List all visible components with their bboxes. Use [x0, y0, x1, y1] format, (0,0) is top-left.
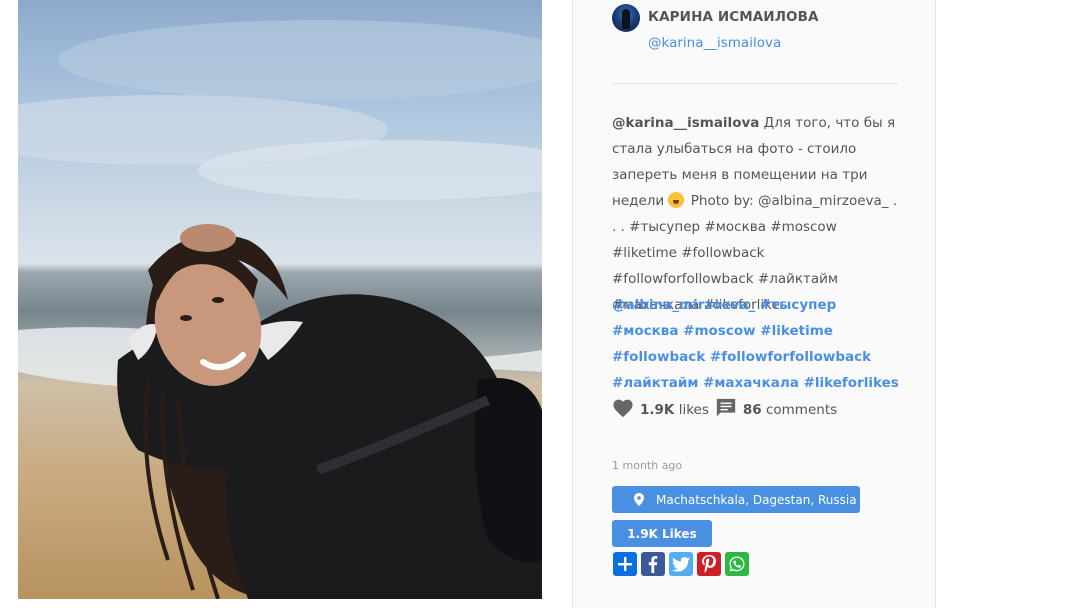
likes-count: 1.9K [640, 402, 675, 418]
location-button[interactable]: Machatschkala, Dagestan, Russia [612, 486, 860, 513]
facebook-icon[interactable] [641, 552, 665, 576]
comments-label: comments [765, 402, 838, 418]
pinterest-icon[interactable] [697, 552, 721, 576]
author-handle-link[interactable]: @karina__ismailova [648, 35, 781, 51]
tag-link[interactable]: #followforfollowback [710, 349, 871, 365]
post-caption: @karina__ismailova Для того, что бы я ст… [612, 110, 902, 318]
post-time: 1 month ago [612, 459, 683, 472]
share-plus-icon[interactable] [613, 552, 637, 576]
likes-button[interactable]: 1.9K Likes [612, 520, 712, 547]
post-details-card: КАРИНА ИСМАИЛОВА @karina__ismailova @kar… [572, 0, 936, 608]
tag-links: @albina_mirzoeva_ #тысупер #москва #mosc… [612, 292, 902, 396]
caption-author-mention[interactable]: @karina__ismailova [612, 115, 759, 131]
tag-link[interactable]: @albina_mirzoeva_ [612, 297, 755, 313]
tag-link[interactable]: #тысупер [760, 297, 836, 313]
share-buttons [613, 552, 749, 576]
whatsapp-icon[interactable] [725, 552, 749, 576]
heart-icon [612, 398, 634, 422]
tag-link[interactable]: #likeforlikes [804, 375, 899, 391]
tag-link[interactable]: #moscow [683, 323, 755, 339]
post-stats: 1.9K likes 86 comments [612, 398, 837, 422]
grinning-emoji-icon [668, 192, 685, 208]
author-name[interactable]: КАРИНА ИСМАИЛОВА [648, 9, 819, 25]
comments-count: 86 [742, 402, 762, 418]
tag-link[interactable]: #махачкала [703, 375, 799, 391]
location-label: Machatschkala, Dagestan, Russia [656, 492, 857, 507]
comment-icon [715, 397, 737, 423]
avatar[interactable] [612, 4, 640, 32]
likes-label: likes [678, 402, 709, 418]
twitter-icon[interactable] [669, 552, 693, 576]
post-photo[interactable] [18, 0, 542, 599]
tag-link[interactable]: #followback [612, 349, 705, 365]
map-pin-icon [634, 493, 644, 506]
tag-link[interactable]: #лайктайм [612, 375, 698, 391]
tag-link[interactable]: #liketime [760, 323, 833, 339]
photo-illustration [18, 20, 542, 599]
tag-link[interactable]: #москва [612, 323, 678, 339]
divider [612, 83, 898, 84]
